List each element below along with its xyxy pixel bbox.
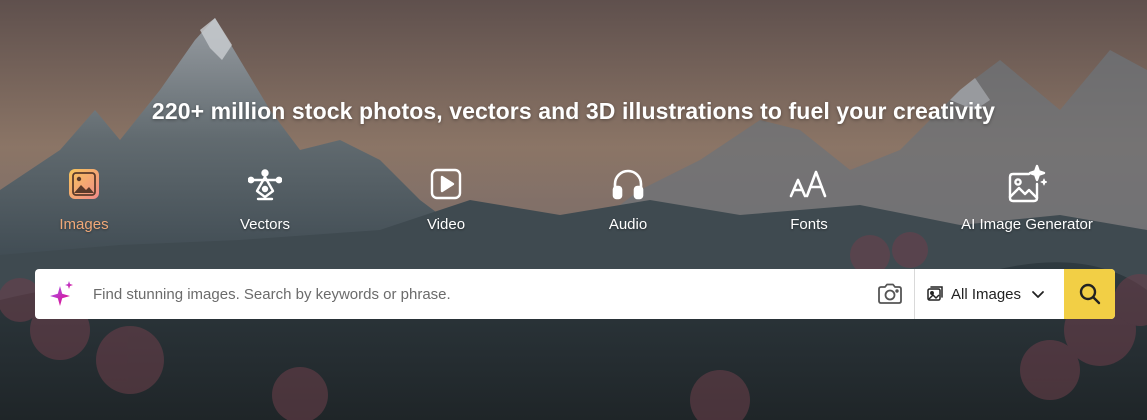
category-label: Images [59,216,109,233]
category-ai-image-generator[interactable]: AI Image Generator [937,162,1117,233]
chevron-down-icon [1031,287,1045,301]
search-button[interactable] [1064,269,1115,319]
image-icon [0,162,174,206]
hero-headline: 220+ million stock photos, vectors and 3… [151,98,996,124]
sparkle-icon [35,269,89,319]
hero-banner: 220+ million stock photos, vectors and 3… [0,0,1147,420]
category-fonts[interactable]: Fonts [719,162,899,233]
search-type-dropdown[interactable]: All Images [914,269,1064,319]
category-label: Vectors [239,216,291,233]
pen-tool-icon [175,162,355,206]
category-vectors[interactable]: Vectors [175,162,355,233]
headphones-icon [538,162,718,206]
play-video-icon [356,162,536,206]
search-bar: All Images [35,269,1115,319]
font-icon [719,162,899,206]
category-label: Audio [608,216,648,233]
image-small-icon [927,286,943,302]
category-audio[interactable]: Audio [538,162,718,233]
search-type-label: All Images [951,285,1022,303]
search-icon [1079,283,1101,305]
search-input[interactable] [89,269,866,319]
category-label: AI Image Generator [961,216,1093,233]
category-label: Video [426,216,466,233]
category-video[interactable]: Video [356,162,536,233]
camera-icon[interactable] [866,269,914,319]
category-images[interactable]: Images [0,162,174,233]
category-label: Fonts [790,216,828,233]
ai-image-icon [937,162,1117,206]
